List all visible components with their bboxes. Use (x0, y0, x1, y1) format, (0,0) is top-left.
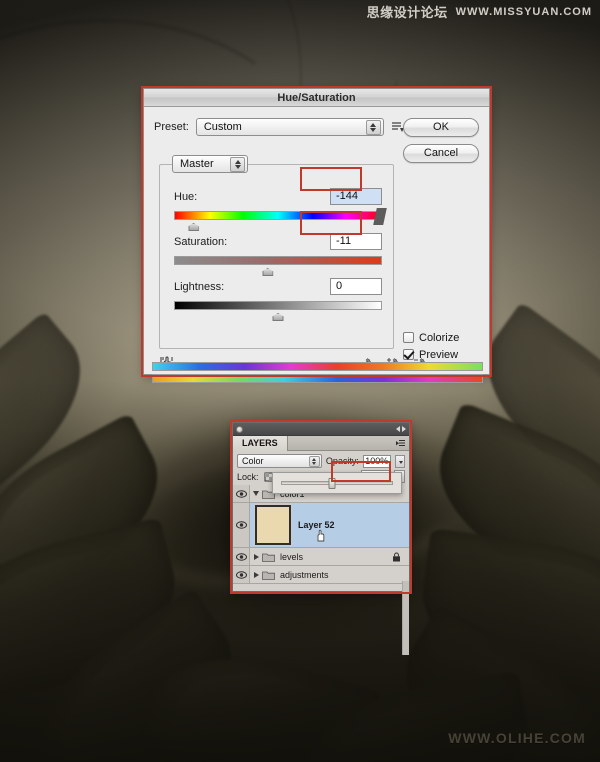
layer-row[interactable]: Layer 52 (233, 503, 409, 548)
preset-label: Preset: (154, 121, 189, 133)
group-disclosure-icon[interactable] (250, 553, 262, 560)
preset-select[interactable]: Custom (195, 118, 384, 136)
blend-mode-select[interactable]: Color (237, 454, 322, 468)
layer-row[interactable]: adjustments (233, 566, 409, 584)
stepper-icon[interactable] (230, 157, 245, 172)
hue-slider-thumb[interactable] (188, 223, 200, 231)
fill-slider-popup[interactable] (272, 472, 402, 494)
panel-collapse-icon[interactable] (396, 426, 406, 432)
cancel-button[interactable]: Cancel (403, 144, 479, 163)
fill-slider-knob[interactable] (328, 478, 335, 489)
fill-slider-track[interactable] (281, 478, 393, 489)
opacity-input[interactable]: 100% (362, 454, 391, 468)
opacity-stepper-icon[interactable] (394, 454, 406, 468)
saturation-slider-track[interactable] (174, 256, 382, 276)
layers-list: color1 Layer 52 levels (233, 485, 409, 655)
saturation-value-input[interactable]: -11 (330, 233, 382, 250)
tab-layers[interactable]: LAYERS (233, 436, 288, 451)
hue-slider-block: Hue: -144 (174, 187, 387, 231)
watermark-top-cn: 思缘设计论坛 (366, 6, 448, 21)
blend-mode-row: Color Opacity: 100% (233, 451, 409, 468)
stepper-icon[interactable] (308, 456, 320, 467)
hue-strip-after (152, 374, 483, 383)
preset-value: Custom (203, 121, 242, 133)
lightness-slider-block: Lightness: 0 (174, 277, 382, 321)
hue-label: Hue: (174, 190, 198, 203)
saturation-slider-thumb[interactable] (262, 268, 274, 276)
folder-icon (262, 552, 275, 562)
colorize-label: Colorize (419, 331, 460, 344)
layer-thumbnail[interactable] (255, 505, 291, 545)
layer-visibility-toggle[interactable] (233, 566, 250, 583)
channel-value: Master (180, 158, 214, 170)
layer-name: adjustments (280, 569, 329, 580)
folder-icon (262, 570, 275, 580)
lightness-label: Lightness: (174, 280, 225, 293)
hue-strip-before (152, 362, 483, 371)
group-disclosure-icon[interactable] (250, 491, 262, 496)
channel-select[interactable]: Master (172, 155, 248, 173)
blend-mode-value: Color (242, 456, 264, 466)
ok-button[interactable]: OK (403, 118, 479, 137)
checkbox-group: Colorize Preview (403, 329, 479, 363)
panel-scrollbar[interactable] (402, 581, 409, 655)
watermark-top: 思缘设计论坛 WWW.MISSYUAN.COM (366, 2, 592, 22)
saturation-label: Saturation: (174, 235, 228, 248)
layer-row[interactable]: levels (233, 548, 409, 566)
panel-tabs: LAYERS (233, 436, 409, 451)
lock-label: Lock: (237, 472, 259, 482)
layer-visibility-toggle[interactable] (233, 548, 250, 565)
lightness-slider-track[interactable] (174, 301, 382, 321)
lightness-value-input[interactable]: 0 (330, 278, 382, 295)
colorize-row[interactable]: Colorize (403, 329, 479, 346)
panel-menu-icon[interactable] (396, 439, 406, 448)
dialog-title: Hue/Saturation (277, 92, 356, 104)
slider-stack: Hue: -144 Saturation: -11 Lightness: 0 (174, 187, 387, 322)
panel-close-icon[interactable] (236, 426, 243, 433)
lightness-slider-thumb[interactable] (272, 313, 284, 321)
dialog-titlebar: Hue/Saturation (144, 89, 489, 107)
layer-visibility-toggle[interactable] (233, 503, 250, 547)
stepper-icon[interactable] (365, 120, 381, 135)
colorize-checkbox[interactable] (403, 332, 414, 343)
watermark-bottom: WWW.OLIHE.COM (448, 730, 586, 746)
layer-locked-icon (392, 552, 401, 562)
hue-reference-strips (152, 359, 483, 383)
hue-slider-track[interactable] (174, 208, 387, 231)
layer-name: levels (280, 551, 304, 562)
hue-range-cap (373, 208, 387, 225)
layers-panel: LAYERS Color Opacity: 100% Lock: Layer 5… (232, 422, 410, 655)
adjustment-fieldset: Master Hue: -144 Saturation: -11 Lightne… (159, 155, 394, 349)
layer-visibility-toggle[interactable] (233, 485, 250, 502)
opacity-label: Opacity: (325, 456, 359, 466)
hand-cursor-icon (315, 529, 326, 542)
hue-saturation-dialog: Hue/Saturation Preset: Custom OK Cancel … (143, 88, 490, 383)
dialog-body: Preset: Custom OK Cancel Master Hue: -14… (144, 107, 489, 383)
watermark-top-en: WWW.MISSYUAN.COM (455, 5, 592, 18)
panel-titlebar (233, 423, 409, 436)
saturation-slider-block: Saturation: -11 (174, 232, 382, 276)
group-disclosure-icon[interactable] (250, 571, 262, 578)
hue-value-input[interactable]: -144 (330, 188, 382, 205)
